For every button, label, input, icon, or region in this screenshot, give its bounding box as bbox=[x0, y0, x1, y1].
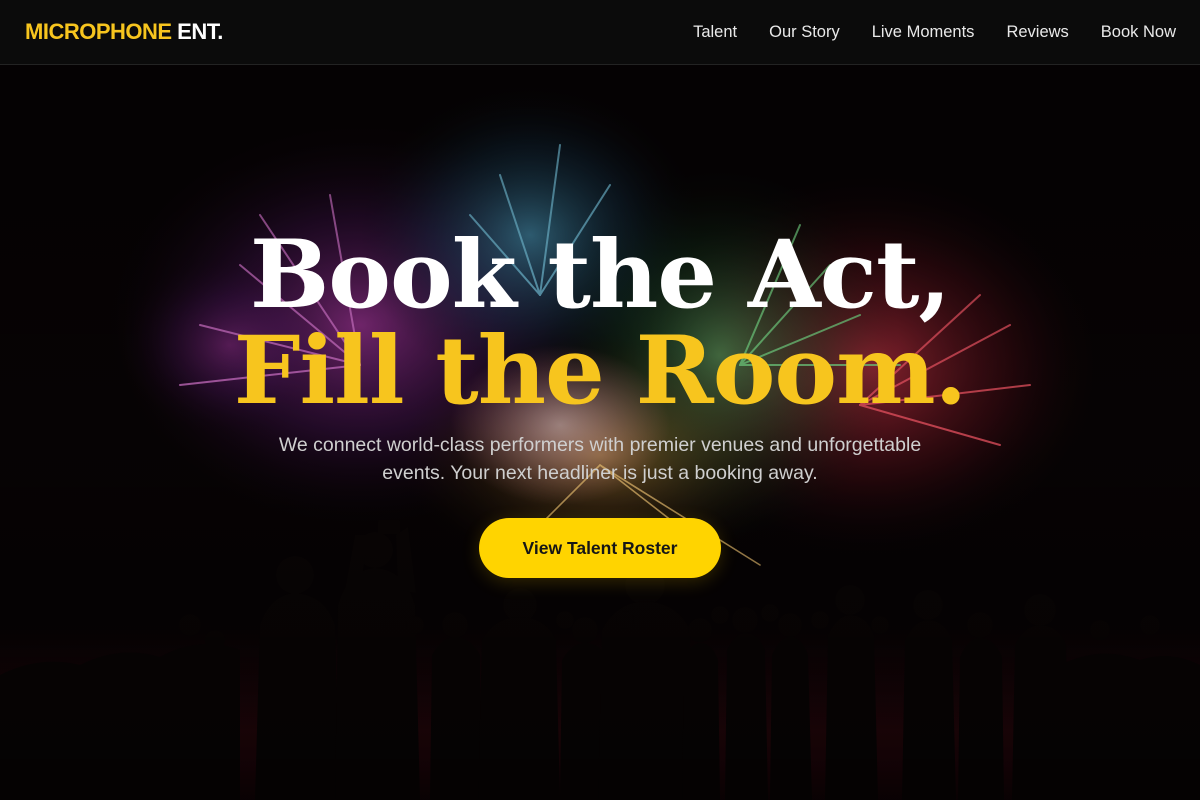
hero-content: Book the Act, Fill the Room. We connect … bbox=[0, 65, 1200, 800]
navbar: MICROPHONE ENT. Talent Our Story Live Mo… bbox=[0, 0, 1200, 65]
brand-name-accent: MICROPHONE bbox=[25, 19, 172, 44]
view-talent-roster-button[interactable]: View Talent Roster bbox=[479, 518, 721, 578]
nav-links: Talent Our Story Live Moments Reviews Bo… bbox=[693, 23, 1176, 42]
brand-logo[interactable]: MICROPHONE ENT. bbox=[25, 19, 223, 45]
nav-link-talent[interactable]: Talent bbox=[693, 23, 737, 42]
hero-headline-line2: Fill the Room. bbox=[233, 316, 968, 426]
brand-name-rest: ENT. bbox=[171, 19, 223, 44]
nav-link-reviews[interactable]: Reviews bbox=[1006, 23, 1068, 42]
hero-subtitle: We connect world-class performers with p… bbox=[278, 434, 922, 484]
nav-link-our-story[interactable]: Our Story bbox=[769, 23, 840, 42]
nav-link-book-now[interactable]: Book Now bbox=[1101, 23, 1176, 42]
landing-page: MICROPHONE ENT. Talent Our Story Live Mo… bbox=[0, 0, 1200, 800]
nav-link-live-moments[interactable]: Live Moments bbox=[872, 23, 975, 42]
hero-headline-line1: Book the Act, bbox=[249, 220, 951, 330]
